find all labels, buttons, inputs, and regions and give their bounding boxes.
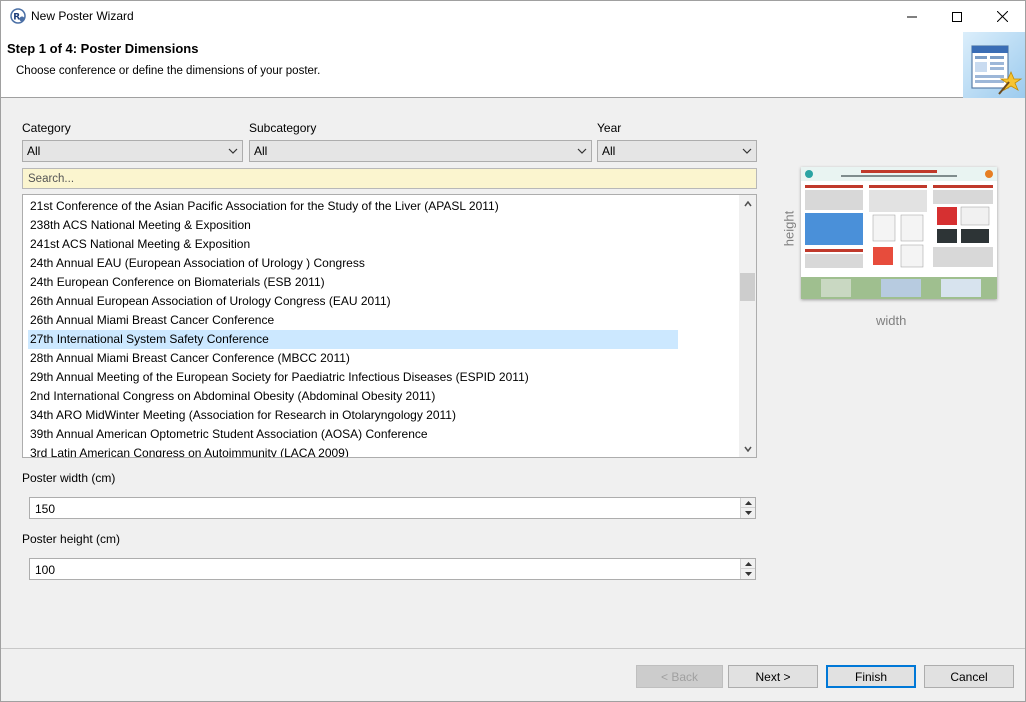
poster-height-value: 100 [35, 563, 56, 577]
category-select[interactable]: All [22, 140, 243, 162]
chevron-down-icon [742, 148, 752, 154]
finish-button[interactable]: Finish [826, 665, 916, 688]
subcategory-select[interactable]: All [249, 140, 592, 162]
minimize-icon [907, 16, 917, 17]
footer-separator [1, 648, 1025, 649]
decrement-button[interactable] [741, 508, 755, 518]
list-item[interactable]: 21st Conference of the Asian Pacific Ass… [28, 197, 678, 216]
wizard-banner-icon [963, 32, 1025, 98]
chevron-up-icon [743, 200, 752, 206]
poster-thumbnail-image [801, 167, 997, 299]
search-box [22, 168, 757, 189]
scroll-thumb[interactable] [740, 273, 755, 301]
chevron-down-icon [228, 148, 238, 154]
increment-button[interactable] [741, 559, 755, 569]
list-item[interactable]: 24th Annual EAU (European Association of… [28, 254, 678, 273]
caret-down-icon [744, 511, 752, 515]
subcategory-select-value: All [254, 144, 268, 158]
poster-preview [801, 167, 997, 299]
poster-width-stepper[interactable]: 150 [29, 497, 756, 519]
wizard-window: R New Poster Wizard Step 1 of 4: Poster … [0, 0, 1026, 702]
list-item[interactable]: 2nd International Congress on Abdominal … [28, 387, 678, 406]
category-select-value: All [27, 144, 41, 158]
list-item[interactable]: 29th Annual Meeting of the European Soci… [28, 368, 678, 387]
preview-height-label: height [781, 210, 797, 247]
step-description: Choose conference or define the dimensio… [16, 65, 321, 77]
back-button[interactable]: < Back [636, 665, 723, 688]
wizard-header: Step 1 of 4: Poster Dimensions Choose co… [1, 32, 1025, 98]
minimize-button[interactable] [889, 1, 935, 32]
window-title: New Poster Wizard [31, 9, 134, 23]
maximize-icon [952, 11, 962, 22]
scroll-down-button[interactable] [739, 440, 756, 457]
list-item[interactable]: 39th Annual American Optometric Student … [28, 425, 678, 444]
decrement-button[interactable] [741, 569, 755, 579]
list-item[interactable]: 3rd Latin American Congress on Autoimmun… [28, 444, 678, 457]
preview-width-label: width [876, 313, 907, 328]
list-item[interactable]: 241st ACS National Meeting & Exposition [28, 235, 678, 254]
cancel-button[interactable]: Cancel [924, 665, 1014, 688]
scroll-up-button[interactable] [739, 195, 756, 212]
close-button[interactable] [979, 1, 1025, 32]
poster-width-label: Poster width (cm) [22, 471, 116, 485]
category-label: Category [22, 121, 71, 135]
list-item[interactable]: 28th Annual Miami Breast Cancer Conferen… [28, 349, 678, 368]
title-bar: R New Poster Wizard [1, 1, 1025, 32]
increment-button[interactable] [741, 498, 755, 508]
subcategory-label: Subcategory [249, 121, 317, 135]
chevron-down-icon [743, 446, 752, 452]
search-input[interactable] [23, 169, 756, 188]
list-item[interactable]: 26th Annual European Association of Urol… [28, 292, 678, 311]
app-logo-icon: R [10, 8, 26, 24]
caret-up-icon [744, 561, 752, 566]
svg-text:R: R [13, 13, 20, 23]
conference-list: 21st Conference of the Asian Pacific Ass… [22, 194, 757, 458]
close-icon [996, 11, 1008, 22]
list-item[interactable]: 26th Annual Miami Breast Cancer Conferen… [28, 311, 678, 330]
list-item[interactable]: 27th International System Safety Confere… [28, 330, 678, 349]
poster-height-stepper[interactable]: 100 [29, 558, 756, 580]
conference-list-items: 21st Conference of the Asian Pacific Ass… [28, 197, 728, 457]
caret-up-icon [744, 500, 752, 505]
list-item[interactable]: 34th ARO MidWinter Meeting (Association … [28, 406, 678, 425]
poster-width-spin-buttons [740, 498, 755, 518]
list-item[interactable]: 238th ACS National Meeting & Exposition [28, 216, 678, 235]
year-select[interactable]: All [597, 140, 757, 162]
list-item[interactable]: 24th European Conference on Biomaterials… [28, 273, 678, 292]
list-scrollbar[interactable] [739, 195, 756, 457]
poster-height-label: Poster height (cm) [22, 532, 121, 546]
caret-down-icon [744, 572, 752, 576]
poster-width-value: 150 [35, 502, 56, 516]
chevron-down-icon [577, 148, 587, 154]
year-label: Year [597, 121, 622, 135]
poster-height-spin-buttons [740, 559, 755, 579]
next-button[interactable]: Next > [728, 665, 818, 688]
step-title: Step 1 of 4: Poster Dimensions [7, 41, 199, 56]
year-select-value: All [602, 144, 616, 158]
maximize-button[interactable] [934, 1, 980, 32]
